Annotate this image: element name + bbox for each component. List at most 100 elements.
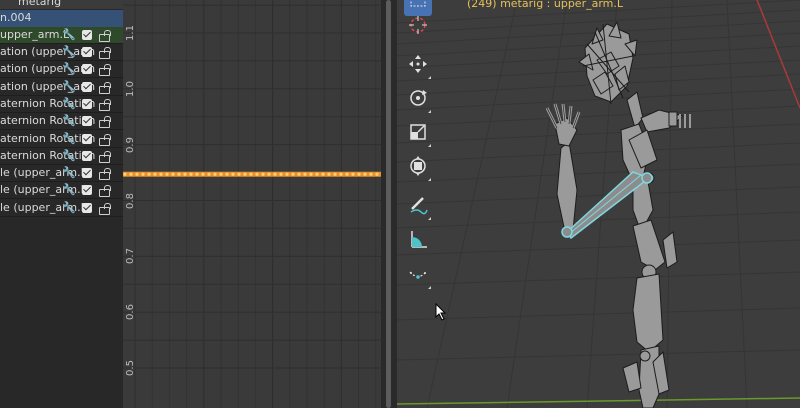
scrollbar-track[interactable] xyxy=(386,0,391,408)
modifier-wrench-icon[interactable]: 🔧 xyxy=(62,62,76,75)
transform-tool[interactable] xyxy=(404,154,432,182)
fcurve-point[interactable] xyxy=(207,172,211,176)
fcurve-point[interactable] xyxy=(201,172,205,176)
move-tool[interactable] xyxy=(404,52,432,80)
fcurve-point[interactable] xyxy=(273,172,277,176)
fcurve-point[interactable] xyxy=(123,172,127,176)
3d-viewport[interactable]: (249) metarig : upper_arm.L xyxy=(397,0,800,408)
channel-row[interactable]: le (upper_arm.L 🔧 xyxy=(0,182,123,200)
fcurve-point[interactable] xyxy=(297,172,301,176)
channel-lock-icon[interactable] xyxy=(99,168,111,181)
group-lock-icon[interactable] xyxy=(99,30,111,42)
rotate-tool[interactable] xyxy=(404,86,432,114)
fcurve-point[interactable] xyxy=(345,172,349,176)
modifier-wrench-icon[interactable]: 🔧 xyxy=(62,201,76,214)
modifier-wrench-icon[interactable]: 🔧 xyxy=(62,183,76,196)
cursor-tool[interactable] xyxy=(404,13,432,41)
channel-visibility-checkbox[interactable] xyxy=(82,47,92,57)
fcurve-point[interactable] xyxy=(231,172,235,176)
channel-group-row[interactable]: upper_arm.L 🔧 xyxy=(0,27,123,44)
fcurve-point[interactable] xyxy=(213,172,217,176)
graph-editor-canvas[interactable]: 1.1 1.0 0.9 0.8 0.7 0.6 0.5 xyxy=(123,0,381,408)
fcurve-point[interactable] xyxy=(129,172,133,176)
fcurve-point[interactable] xyxy=(153,172,157,176)
modifier-wrench-icon[interactable]: 🔧 xyxy=(62,149,76,162)
fcurve-point[interactable] xyxy=(291,172,295,176)
channel-lock-icon[interactable] xyxy=(99,47,111,59)
channel-row[interactable]: ation (upper_arm 🔧 xyxy=(0,61,123,79)
channel-row[interactable]: aternion Rotation 🔧 xyxy=(0,113,123,131)
channel-row[interactable]: aternion Rotation 🔧 xyxy=(0,131,123,148)
fcurve-point[interactable] xyxy=(285,172,289,176)
channel-row[interactable]: ation (upper_arm 🔧 xyxy=(0,79,123,96)
fcurve-point[interactable] xyxy=(141,172,145,176)
modifier-wrench-icon[interactable]: 🔧 xyxy=(62,166,76,179)
fcurve-point[interactable] xyxy=(177,172,181,176)
channel-visibility-checkbox[interactable] xyxy=(82,116,92,127)
modifier-wrench-icon[interactable]: 🔧 xyxy=(62,28,76,41)
fcurve-point[interactable] xyxy=(369,172,373,176)
channel-header-object[interactable]: metarig xyxy=(0,0,123,9)
fcurve-point[interactable] xyxy=(315,172,319,176)
fcurve-point[interactable] xyxy=(243,172,247,176)
fcurve-point[interactable] xyxy=(255,172,259,176)
fcurve-point[interactable] xyxy=(189,172,193,176)
modifier-wrench-icon[interactable]: 🔧 xyxy=(62,45,76,58)
fcurve-point[interactable] xyxy=(219,172,223,176)
channel-lock-icon[interactable] xyxy=(99,81,111,94)
fcurve-point[interactable] xyxy=(159,172,163,176)
modifier-wrench-icon[interactable]: 🔧 xyxy=(62,80,76,93)
channel-lock-icon[interactable] xyxy=(99,64,111,77)
group-visibility-checkbox[interactable] xyxy=(82,30,92,40)
channel-row[interactable]: le (upper_arm.L 🔧 xyxy=(0,165,123,183)
channel-row[interactable]: ation (upper_arm 🔧 xyxy=(0,44,123,61)
channel-header-action[interactable]: n.004 xyxy=(0,10,123,27)
channel-visibility-checkbox[interactable] xyxy=(82,133,92,144)
fcurve-point[interactable] xyxy=(147,172,151,176)
fcurve-point[interactable] xyxy=(183,172,187,176)
modifier-wrench-icon[interactable]: 🔧 xyxy=(62,114,76,127)
scale-tool[interactable] xyxy=(404,120,432,148)
channel-row[interactable]: aternion Rotation 🔧 xyxy=(0,96,123,113)
fcurve-point[interactable] xyxy=(195,172,199,176)
channel-lock-icon[interactable] xyxy=(99,150,111,163)
armature[interactable] xyxy=(545,21,691,408)
fcurve-point[interactable] xyxy=(357,172,361,176)
relax-pose-tool[interactable] xyxy=(404,262,432,290)
fcurve-point[interactable] xyxy=(267,172,271,176)
graph-scrollbar[interactable] xyxy=(381,0,397,408)
fcurve-point[interactable] xyxy=(339,172,343,176)
fcurve-point[interactable] xyxy=(309,172,313,176)
modifier-wrench-icon[interactable]: 🔧 xyxy=(62,97,76,110)
channel-visibility-checkbox[interactable] xyxy=(82,150,92,161)
fcurve-point[interactable] xyxy=(375,172,379,176)
channel-visibility-checkbox[interactable] xyxy=(82,202,92,213)
fcurve-point[interactable] xyxy=(333,172,337,176)
channel-visibility-checkbox[interactable] xyxy=(82,185,92,196)
fcurve-point[interactable] xyxy=(279,172,283,176)
fcurve-point[interactable] xyxy=(363,172,367,176)
fcurve-point[interactable] xyxy=(327,172,331,176)
channel-row[interactable]: le (upper_arm.L 🔧 xyxy=(0,200,123,217)
measure-tool[interactable] xyxy=(404,227,432,255)
channel-lock-icon[interactable] xyxy=(99,202,111,215)
fcurve-point[interactable] xyxy=(261,172,265,176)
fcurve-point[interactable] xyxy=(135,172,139,176)
modifier-wrench-icon[interactable]: 🔧 xyxy=(62,132,76,145)
annotate-tool[interactable] xyxy=(404,193,432,221)
fcurve-point[interactable] xyxy=(321,172,325,176)
fcurve-point[interactable] xyxy=(303,172,307,176)
channel-lock-icon[interactable] xyxy=(99,185,111,198)
fcurve-point[interactable] xyxy=(237,172,241,176)
channel-lock-icon[interactable] xyxy=(99,133,111,146)
channel-row[interactable]: aternion Rotation 🔧 xyxy=(0,148,123,165)
channel-visibility-checkbox[interactable] xyxy=(82,64,92,75)
channel-visibility-checkbox[interactable] xyxy=(82,98,92,109)
channel-lock-icon[interactable] xyxy=(99,98,111,111)
channel-visibility-checkbox[interactable] xyxy=(82,81,92,92)
fcurve-point[interactable] xyxy=(171,172,175,176)
fcurve-point[interactable] xyxy=(351,172,355,176)
channel-lock-icon[interactable] xyxy=(99,116,111,129)
fcurve-point[interactable] xyxy=(225,172,229,176)
fcurve-point[interactable] xyxy=(249,172,253,176)
